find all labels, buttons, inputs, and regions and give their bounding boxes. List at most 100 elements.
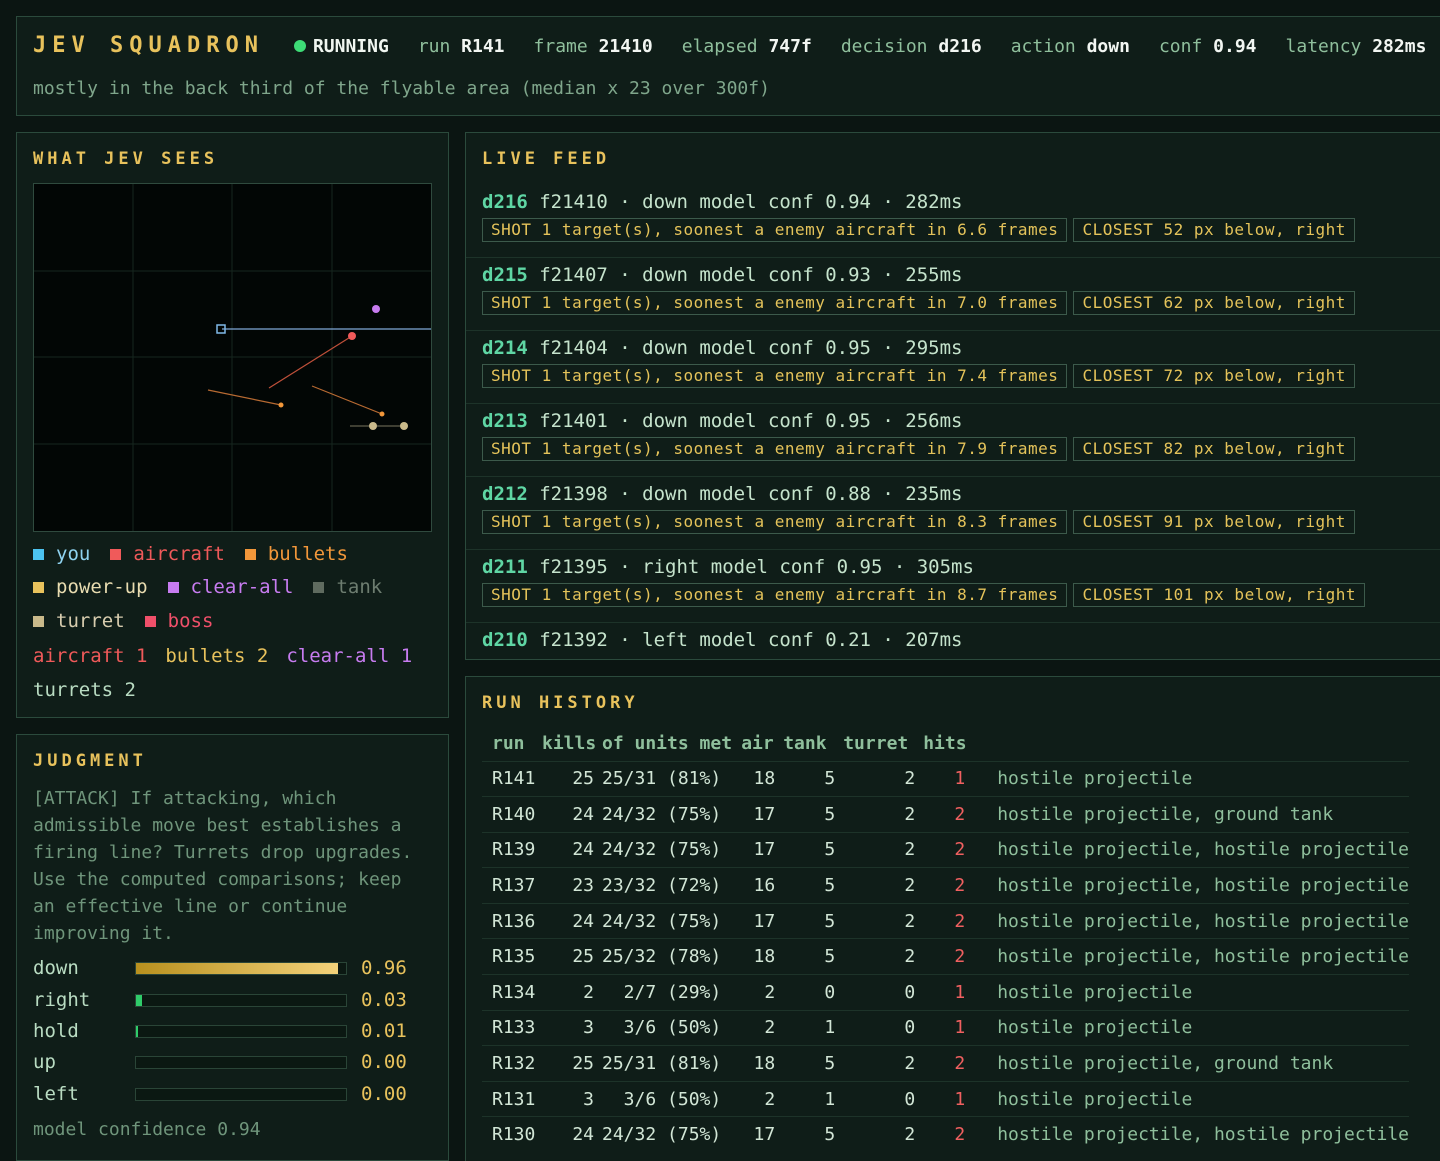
decision-id: d214: [482, 337, 528, 359]
table-cell: 1: [923, 1080, 974, 1117]
table-row: R131 3 3/6 (50%) 2 1 0 1 hostile projectile: [482, 1080, 1410, 1117]
table-cell: 2: [843, 1116, 924, 1153]
run-status: RUNNING: [293, 36, 389, 57]
stat-value: 21410: [598, 36, 653, 57]
hit-causes: hostile projectile: [973, 974, 1410, 1011]
feed-item-header: d210 f21392 · left model conf 0.21 · 207…: [482, 629, 1440, 651]
feed-item: d216 f21410 · down model conf 0.94 · 282…: [482, 191, 1440, 242]
table-cell: 2: [843, 938, 924, 975]
legend-label: boss: [167, 610, 214, 632]
feed-divider: [466, 549, 1440, 550]
probability-track: [135, 1088, 347, 1101]
legend-label: aircraft: [133, 543, 225, 565]
table-cell: 23: [542, 867, 602, 904]
run-status-label: RUNNING: [312, 36, 389, 57]
table-cell: 2: [923, 796, 974, 833]
legend-label: clear-all: [190, 576, 294, 598]
table-cell: 5: [783, 796, 844, 833]
table-header: run kills of units met air tank turret hits: [482, 727, 1409, 761]
table-cell: 2: [923, 902, 974, 939]
table-row: R137 23 23/32 (72%) 16 5 2 2 hostile projectile…: [482, 867, 1410, 904]
legend-item-boss: boss: [144, 610, 214, 632]
table-cell: R136: [482, 902, 542, 939]
turret-count: turrets 2: [33, 679, 136, 701]
table-cell: 24: [542, 796, 602, 833]
table-cell: 17: [741, 1116, 784, 1153]
legend-swatch-icon: [110, 548, 122, 560]
table-cell: 2: [843, 902, 924, 939]
table-cell: R134: [482, 974, 542, 1011]
stat-action: action down: [1011, 36, 1130, 57]
legend-label: tank: [336, 576, 383, 598]
stat-value: R141: [461, 36, 505, 57]
table-cell: 24/32 (75%): [602, 831, 742, 868]
stat-conf: conf 0.94: [1159, 36, 1257, 57]
column-header: turret: [843, 733, 909, 755]
table-cell: 2: [923, 1045, 974, 1082]
table-cell: 2: [542, 974, 602, 1011]
feed-item: d212 f21398 · down model conf 0.88 · 235…: [482, 483, 1440, 534]
table-cell: 3: [542, 1080, 602, 1117]
closest-tag: CLOSEST 82 px below, right: [1073, 437, 1355, 461]
hit-causes: hostile projectile, ground tank: [973, 796, 1410, 833]
table-cell: 2: [923, 938, 974, 975]
status-bar: JEV SQUADRON RUNNING run R141 frame 21410…: [33, 33, 1440, 58]
legend-item-you: you: [33, 543, 90, 565]
decision-detail: f21401 · down model conf 0.95 · 256ms: [539, 410, 963, 432]
table-row: R141 25 25/31 (81%) 18 5 2 1 hostile projectile: [482, 760, 1410, 797]
shot-tag: SHOT 1 target(s), soonest a enemy aircra…: [482, 583, 1068, 607]
panel-title: JUDGMENT: [33, 751, 147, 771]
table-row: R136 24 24/32 (75%) 17 5 2 2 hostile projectile…: [482, 902, 1410, 939]
stat-frame: frame 21410: [534, 36, 653, 57]
decision-detail: f21398 · down model conf 0.88 · 235ms: [539, 483, 963, 505]
hit-causes: hostile projectile, hostile projectile: [973, 902, 1410, 939]
column-header: tank: [783, 733, 827, 755]
legend-swatch-icon: [144, 615, 156, 627]
stat-label: run: [417, 36, 451, 57]
aircraft-marker: [348, 332, 356, 340]
table-cell: 25/31 (81%): [602, 1045, 742, 1082]
table-cell: 2: [843, 796, 924, 833]
hit-causes: hostile projectile, hostile projectile: [973, 1116, 1410, 1153]
feed-item: d215 f21407 · down model conf 0.93 · 255…: [482, 264, 1440, 315]
table-cell: 17: [741, 796, 784, 833]
table-cell: 24/32 (75%): [602, 1116, 742, 1153]
table-cell: 0: [843, 974, 924, 1011]
legend-item-power-up: power-up: [33, 576, 148, 598]
legend-swatch-icon: [33, 581, 44, 593]
scene-canvas: [34, 184, 431, 531]
table-body: R141 25 25/31 (81%) 18 5 2 1 hostile projectile…: [482, 760, 1410, 1153]
action-label: right: [33, 989, 91, 1011]
feed-divider: [466, 257, 1440, 258]
stat-label: action: [1010, 36, 1076, 57]
stat-label: elapsed: [681, 36, 758, 57]
decision-detail: f21392 · left model conf 0.21 · 207ms: [539, 629, 963, 651]
legend-row: turret boss: [33, 610, 233, 632]
table-cell: 2/7 (29%): [602, 974, 742, 1011]
bullet-marker: [379, 411, 385, 417]
column-header: kills: [542, 733, 597, 755]
closest-tag: CLOSEST 91 px below, right: [1073, 510, 1355, 534]
legend-item-tank: tank: [313, 576, 382, 598]
hit-causes: hostile projectile, ground tank: [973, 1045, 1410, 1082]
probability-track: [135, 1025, 347, 1038]
panel-title: RUN HISTORY: [482, 693, 639, 713]
legend-item-bullets: bullets: [244, 543, 348, 565]
table-cell: 18: [741, 760, 784, 797]
hit-causes: hostile projectile: [973, 1009, 1410, 1046]
bullet-marker: [278, 402, 284, 408]
hit-causes: hostile projectile, hostile projectile: [973, 938, 1410, 975]
table-cell: 24/32 (75%): [602, 902, 742, 939]
table-cell: 5: [783, 831, 844, 868]
legend-label: power-up: [56, 576, 148, 598]
table-cell: 24/32 (75%): [602, 796, 742, 833]
action-label: up: [33, 1051, 56, 1073]
turret-marker: [400, 422, 408, 430]
model-confidence: model confidence 0.94: [33, 1119, 261, 1140]
stat-label: latency: [1285, 36, 1362, 57]
table-cell: R141: [482, 760, 542, 797]
table-cell: 3: [542, 1009, 602, 1046]
legend-item-clear-all: clear-all: [167, 576, 294, 598]
table-cell: 2: [741, 974, 784, 1011]
legend-swatch-icon: [33, 615, 44, 627]
